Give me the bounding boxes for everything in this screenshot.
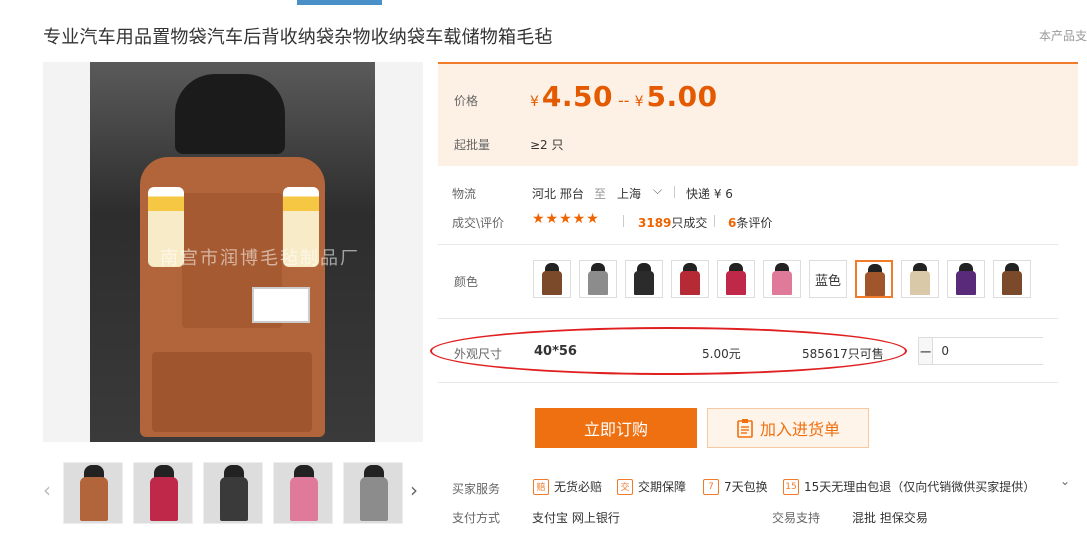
- add-to-cart-button[interactable]: 加入进货单: [707, 408, 869, 448]
- service-text: 交期保障: [638, 480, 687, 494]
- payment-methods: 支付宝 网上银行: [532, 511, 620, 525]
- trade-support-label: 交易支持: [772, 511, 821, 525]
- image-watermark: 南宫市润博毛毡制品厂: [160, 248, 360, 269]
- minus-icon[interactable]: −: [919, 338, 933, 364]
- color-swatch[interactable]: [993, 260, 1031, 298]
- order-now-button[interactable]: 立即订购: [535, 408, 697, 448]
- top-accent-bar: [297, 0, 382, 5]
- section-divider: [438, 382, 1058, 383]
- section-divider: [438, 318, 1058, 319]
- service-item[interactable]: 交交期保障: [617, 478, 686, 495]
- moq-label: 起批量: [454, 138, 491, 152]
- service-text: 7天包换: [724, 480, 768, 494]
- express-fee: 快递 ¥ 6: [686, 187, 733, 201]
- service-item[interactable]: 7 7天包换: [703, 478, 768, 495]
- organizer-bag-shape: [140, 157, 325, 437]
- thumbnail-strip: ‹ ›: [43, 458, 423, 528]
- divider: [674, 186, 675, 198]
- lower-pocket-shape: [152, 352, 312, 432]
- logistics-label: 物流: [452, 187, 477, 201]
- thumb-next-arrow-icon[interactable]: ›: [410, 478, 418, 502]
- ship-to-word: 至: [594, 187, 607, 201]
- payment-label: 支付方式: [452, 511, 501, 525]
- service-text: 15天无理由包退（仅向代销微供买家提供）: [804, 480, 1036, 494]
- ship-from: 河北 邢台: [532, 187, 584, 201]
- price-panel: 价格 ¥ 4.50 -- ¥ 5.00 起批量 ≥2 只: [438, 62, 1078, 166]
- product-photo: 南宫市润博毛毡制品厂: [90, 62, 375, 442]
- sold-count[interactable]: 3189只成交: [638, 214, 707, 231]
- price-min: 4.50: [541, 80, 614, 113]
- deals-label: 成交\评价: [452, 216, 505, 230]
- service-badge-icon: 15: [783, 478, 799, 495]
- tissue-box-shape: [252, 287, 310, 323]
- corner-note: 本产品支: [1038, 29, 1087, 43]
- highlight-ellipse: [430, 327, 907, 375]
- divider: [714, 215, 715, 227]
- service-item[interactable]: 赔无货必赔: [533, 478, 602, 495]
- headrest-shape: [175, 74, 285, 154]
- service-badge-icon: 交: [617, 478, 633, 495]
- service-badge-icon: 赔: [533, 478, 549, 495]
- moq-value: ≥2 只: [530, 138, 564, 152]
- service-item[interactable]: 15 15天无理由包退（仅向代销微供买家提供）: [783, 478, 1035, 495]
- main-product-image[interactable]: 南宫市润博毛毡制品厂: [43, 62, 423, 442]
- color-swatch[interactable]: [855, 260, 893, 298]
- service-badge-icon: 7: [703, 478, 719, 495]
- services-label: 买家服务: [452, 482, 501, 496]
- price-max: 5.00: [646, 80, 718, 113]
- ship-to-select[interactable]: 上海: [617, 185, 641, 202]
- thumbnail-5[interactable]: [343, 462, 403, 524]
- color-swatch[interactable]: [901, 260, 939, 298]
- color-swatch[interactable]: [671, 260, 709, 298]
- color-label: 颜色: [454, 275, 479, 289]
- trade-support-value: 混批 担保交易: [852, 511, 928, 525]
- add-to-cart-label: 加入进货单: [759, 420, 840, 439]
- service-text: 无货必赔: [554, 480, 603, 494]
- thumb-prev-arrow-icon[interactable]: ‹: [43, 478, 51, 502]
- rating-stars-icon: ★★★★★: [532, 211, 600, 227]
- product-title: 专业汽车用品置物袋汽车后背收纳袋杂物收纳袋车载储物箱毛毡: [43, 27, 553, 48]
- color-option-text[interactable]: 蓝色: [809, 260, 847, 298]
- color-swatch[interactable]: [625, 260, 663, 298]
- thumbnail-1[interactable]: [63, 462, 123, 524]
- price-separator: --: [618, 91, 630, 110]
- thumbnail-4[interactable]: [273, 462, 333, 524]
- currency-symbol: ¥: [634, 94, 644, 110]
- color-swatch[interactable]: [717, 260, 755, 298]
- price-label: 价格: [454, 94, 479, 108]
- color-swatch[interactable]: [763, 260, 801, 298]
- quantity-input[interactable]: [932, 338, 1087, 364]
- section-divider: [438, 244, 1058, 245]
- clipboard-icon: [737, 419, 753, 438]
- price-range: ¥ 4.50 -- ¥ 5.00: [530, 80, 718, 113]
- color-swatch[interactable]: [947, 260, 985, 298]
- chevron-down-icon[interactable]: ⌵: [653, 183, 662, 198]
- thumbnail-2[interactable]: [133, 462, 193, 524]
- color-swatch[interactable]: [533, 260, 571, 298]
- review-count[interactable]: 6条评价: [728, 214, 772, 231]
- divider: [623, 215, 624, 227]
- expand-chevron-icon[interactable]: ⌄: [1060, 474, 1070, 488]
- quantity-stepper[interactable]: − +: [918, 337, 1087, 365]
- color-swatch[interactable]: [579, 260, 617, 298]
- currency-symbol: ¥: [530, 94, 539, 110]
- thumbnail-3[interactable]: [203, 462, 263, 524]
